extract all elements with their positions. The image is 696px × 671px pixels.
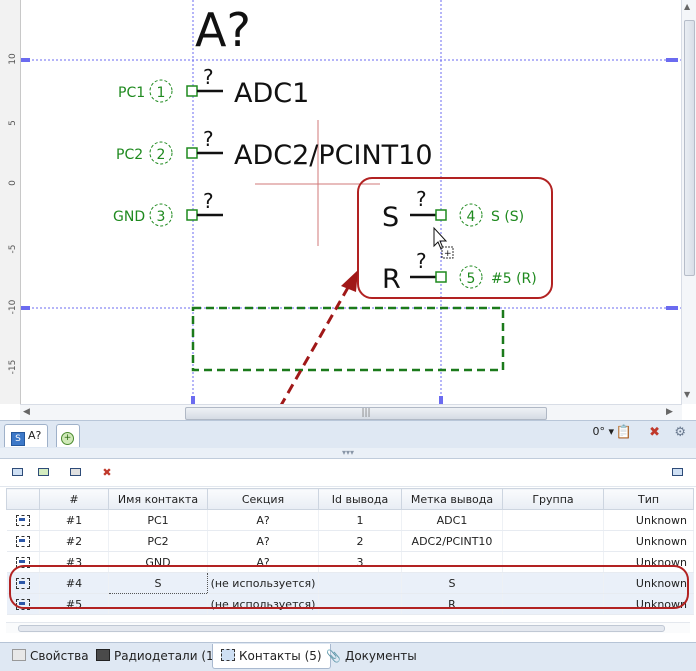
- pin-number: 2: [157, 147, 166, 163]
- pin-row-icon: [15, 536, 30, 547]
- pin-name-placeholder: ?: [203, 127, 214, 151]
- pin-terminal[interactable]: [186, 85, 198, 97]
- scroll-right-icon[interactable]: ▶: [666, 407, 673, 417]
- drop-zone: [191, 306, 505, 372]
- column-header[interactable]: Имя контакта: [108, 488, 208, 510]
- scrollbar-thumb[interactable]: |||: [185, 407, 547, 420]
- pin-tag: #5 (R): [491, 271, 537, 287]
- scroll-left-icon[interactable]: ◀: [23, 407, 30, 417]
- column-header[interactable]: Тип: [603, 488, 694, 510]
- add-section-button[interactable]: +: [56, 424, 80, 447]
- pin-name-placeholder: ?: [416, 249, 427, 273]
- panel-splitter[interactable]: ▾▾▾: [0, 448, 696, 459]
- pin-settings-button[interactable]: [66, 464, 84, 482]
- pins-toolbar: ✖: [0, 460, 696, 487]
- tab-documents[interactable]: 📎 Документы: [318, 644, 425, 668]
- vertical-ruler: 10 5 0 -5 -10 -15: [0, 0, 21, 404]
- table-row[interactable]: #1 PC1 A? 1 ADC1 Unknown: [6, 509, 694, 531]
- column-header[interactable]: Id вывода: [318, 488, 402, 510]
- copy-icon[interactable]: 📋: [616, 425, 632, 440]
- pin-terminal[interactable]: [435, 209, 447, 221]
- mouse-cursor-icon: +: [433, 226, 454, 259]
- column-header[interactable]: Метка вывода: [401, 488, 503, 510]
- pin-net-label: PC1: [118, 85, 145, 101]
- schematic-canvas[interactable]: A? PC1 1 ? ADC1 PC2 2 ? ADC2/PCINT10 GND…: [0, 0, 696, 420]
- chip-icon: [96, 649, 110, 661]
- scrollbar-thumb[interactable]: [684, 20, 695, 276]
- pin-number: 1: [157, 85, 166, 101]
- pin-function-label: ADC2/PCINT10: [234, 140, 433, 171]
- pin-tag: S (S): [491, 209, 524, 225]
- pin-net-label: PC2: [116, 147, 143, 163]
- scroll-down-icon[interactable]: ▼: [684, 390, 690, 399]
- paperclip-icon: 📎: [326, 649, 341, 663]
- rows-highlight: [9, 565, 689, 609]
- column-settings-button[interactable]: [668, 464, 686, 482]
- symbol-icon: S: [11, 432, 25, 446]
- vertical-scrollbar[interactable]: ▲ ▼: [681, 0, 696, 404]
- delete-pin-button[interactable]: ✖: [98, 464, 116, 482]
- pin-letter: R: [382, 264, 401, 295]
- scrollbar-thumb[interactable]: [18, 625, 665, 632]
- horizontal-scrollbar[interactable]: ◀ ||| ▶: [20, 404, 682, 420]
- scroll-up-icon[interactable]: ▲: [684, 2, 690, 11]
- schematic-drawing[interactable]: A? PC1 1 ? ADC1 PC2 2 ? ADC2/PCINT10 GND…: [0, 0, 696, 420]
- tab-components[interactable]: Радиодетали (1): [88, 644, 226, 668]
- add-icon: +: [61, 432, 74, 445]
- table-row[interactable]: #2 PC2 A? 2 ADC2/PCINT10 Unknown: [6, 530, 694, 552]
- add-pin-button[interactable]: [8, 464, 26, 482]
- ref-designator: A?: [195, 3, 251, 57]
- pin-terminal[interactable]: [186, 147, 198, 159]
- tab-properties[interactable]: Свойства: [4, 644, 97, 668]
- document-tabstrip: S A? + 0° ▾ 📋 ✖ ⚙: [0, 420, 696, 449]
- column-header[interactable]: Секция: [207, 488, 319, 510]
- table-horizontal-scrollbar[interactable]: [6, 622, 690, 633]
- add-pin-group-button[interactable]: [34, 464, 52, 482]
- pin-number: 5: [467, 271, 476, 287]
- pin-number: 4: [467, 209, 476, 225]
- close-icon[interactable]: ✖: [649, 425, 660, 440]
- gear-icon[interactable]: ⚙: [674, 425, 686, 440]
- pin-number: 3: [157, 209, 166, 225]
- pin-name-placeholder: ?: [203, 189, 214, 213]
- pin-row-icon: [15, 515, 30, 526]
- pin-terminal[interactable]: [186, 209, 198, 221]
- rotation-angle-select[interactable]: 0° ▾: [592, 425, 614, 438]
- tab-pins[interactable]: Контакты (5): [212, 644, 331, 669]
- pin-icon: [221, 649, 235, 661]
- bottom-panel-tabs: Свойства Радиодетали (1) Контакты (5) 📎 Д…: [0, 642, 696, 671]
- pin-name-placeholder: ?: [203, 65, 214, 89]
- pin-name-placeholder: ?: [416, 187, 427, 211]
- column-header[interactable]: Группа: [502, 488, 604, 510]
- column-header[interactable]: #: [39, 488, 109, 510]
- properties-icon: [12, 649, 26, 661]
- pin-terminal[interactable]: [435, 271, 447, 283]
- pin-net-label: GND: [113, 209, 145, 225]
- svg-text:+: +: [444, 249, 452, 259]
- annotation-arrow: [270, 283, 352, 420]
- tab-component-a[interactable]: S A?: [4, 424, 49, 447]
- pin-letter: S: [382, 202, 399, 233]
- pin-function-label: ADC1: [234, 78, 309, 109]
